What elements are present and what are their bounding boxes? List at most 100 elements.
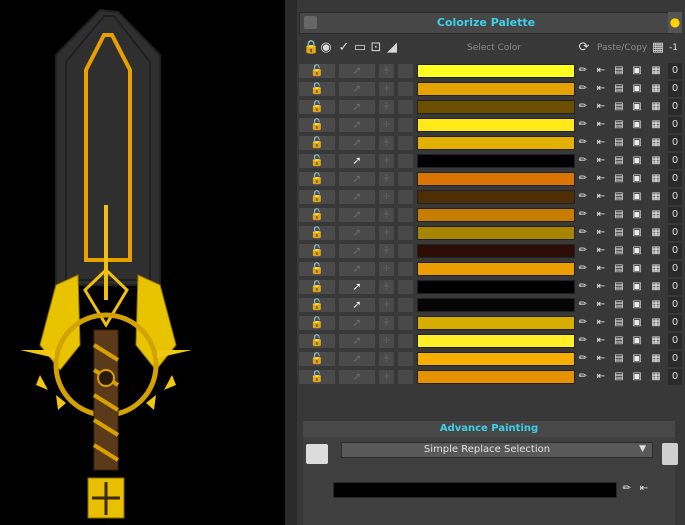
add-icon[interactable]: +	[379, 226, 394, 240]
lightbulb-icon[interactable]: ●	[668, 12, 682, 33]
arrow-left-bar-icon[interactable]: ⇤	[594, 369, 608, 385]
add-icon[interactable]: +	[379, 280, 394, 294]
square-toggle[interactable]	[398, 334, 413, 348]
row-value[interactable]: 0	[668, 207, 682, 223]
copy-icon[interactable]: ▣	[630, 297, 644, 313]
scene-viewport[interactable]	[0, 0, 285, 525]
arrow-left-bar-icon[interactable]: ⇤	[594, 207, 608, 223]
add-icon[interactable]: +	[379, 82, 394, 96]
replace-color-field[interactable]	[333, 482, 617, 498]
row-value[interactable]: 0	[668, 225, 682, 241]
transparency-icon[interactable]: ▦	[649, 63, 663, 79]
transparency-icon[interactable]: ▦	[649, 117, 663, 133]
copy-icon[interactable]: ▣	[630, 279, 644, 295]
lock-icon[interactable]: 🔓	[299, 334, 335, 348]
add-icon[interactable]: +	[379, 298, 394, 312]
arrow-left-bar-icon[interactable]: ⇤	[594, 225, 608, 241]
arrow-left-bar-icon[interactable]: ⇤	[594, 189, 608, 205]
clipboard-icon[interactable]: ▤	[612, 99, 626, 115]
row-value[interactable]: 0	[668, 117, 682, 133]
transparency-icon[interactable]: ▦	[649, 315, 663, 331]
row-value[interactable]: 0	[668, 171, 682, 187]
paintbrush-icon[interactable]: ➚	[339, 244, 375, 258]
copy-icon[interactable]: ▣	[630, 207, 644, 223]
paintbrush-icon[interactable]: ➚	[339, 118, 375, 132]
arrow-left-bar-icon[interactable]: ⇤	[594, 333, 608, 349]
transparency-icon[interactable]: ▦	[649, 369, 663, 385]
lock-icon[interactable]: 🔓	[299, 244, 335, 258]
eyedropper-icon[interactable]: ✏	[576, 351, 590, 367]
copy-icon[interactable]: ▣	[630, 369, 644, 385]
add-icon[interactable]: +	[379, 370, 394, 384]
square-toggle[interactable]	[398, 370, 413, 384]
color-swatch[interactable]	[417, 154, 575, 168]
color-swatch[interactable]	[417, 334, 575, 348]
clipboard-icon[interactable]: ▤	[612, 225, 626, 241]
row-value[interactable]: 0	[668, 189, 682, 205]
eyedropper-icon[interactable]: ✏	[576, 333, 590, 349]
paintbrush-icon[interactable]: ➚	[339, 136, 375, 150]
color-swatch[interactable]	[417, 64, 575, 78]
row-value[interactable]: 0	[668, 369, 682, 385]
transparency-icon[interactable]: ▦	[649, 99, 663, 115]
eyedropper-icon[interactable]: ✏	[576, 243, 590, 259]
row-value[interactable]: 0	[668, 99, 682, 115]
panel-divider[interactable]	[285, 0, 297, 525]
square-toggle[interactable]	[398, 244, 413, 258]
transparency-icon[interactable]: ▦	[649, 171, 663, 187]
square-toggle[interactable]	[398, 118, 413, 132]
lock-icon[interactable]: 🔓	[299, 316, 335, 330]
row-value[interactable]: 0	[668, 333, 682, 349]
clipboard-icon[interactable]: ▤	[612, 279, 626, 295]
clipboard-icon[interactable]: ▤	[612, 261, 626, 277]
eyedropper-icon[interactable]: ✏	[576, 261, 590, 277]
clipboard-icon[interactable]: ▤	[612, 333, 626, 349]
clipboard-icon[interactable]: ▤	[612, 189, 626, 205]
transparency-icon[interactable]: ▦	[649, 225, 663, 241]
lock-all-icon[interactable]: 🔒	[303, 40, 319, 56]
copy-icon[interactable]: ▣	[630, 243, 644, 259]
add-icon[interactable]: +	[379, 352, 394, 366]
paintbrush-icon[interactable]: ➚	[339, 316, 375, 330]
paintbrush-icon[interactable]: ➚	[339, 172, 375, 186]
eyedropper-icon[interactable]: ✏	[576, 207, 590, 223]
clipboard-icon[interactable]: ▤	[612, 81, 626, 97]
row-value[interactable]: 0	[668, 261, 682, 277]
clipboard-icon[interactable]: ▤	[612, 315, 626, 331]
square-toggle[interactable]	[398, 280, 413, 294]
color-swatch[interactable]	[417, 370, 575, 384]
copy-icon[interactable]: ▣	[630, 63, 644, 79]
eyedropper-icon[interactable]: ✏	[576, 189, 590, 205]
paintbrush-icon[interactable]: ➚	[339, 100, 375, 114]
lock-icon[interactable]: 🔓	[299, 370, 335, 384]
eyedropper-icon[interactable]: ✏	[576, 297, 590, 313]
square-toggle[interactable]	[398, 262, 413, 276]
row-value[interactable]: 0	[668, 315, 682, 331]
copy-icon[interactable]: ▣	[630, 135, 644, 151]
row-value[interactable]: 0	[668, 153, 682, 169]
clipboard-icon[interactable]: ▤	[612, 117, 626, 133]
color-swatch[interactable]	[417, 298, 575, 312]
transparency-icon[interactable]: ▦	[649, 333, 663, 349]
transparency-icon[interactable]: ▦	[649, 153, 663, 169]
add-icon[interactable]: +	[379, 118, 394, 132]
invert-selection-icon[interactable]: ⊡	[369, 40, 383, 56]
paintbrush-icon[interactable]: ➚	[339, 262, 375, 276]
add-icon[interactable]: +	[379, 262, 394, 276]
copy-icon[interactable]: ▣	[630, 81, 644, 97]
clapperboard-icon[interactable]	[306, 444, 328, 464]
row-value[interactable]: 0	[668, 243, 682, 259]
square-toggle[interactable]	[398, 136, 413, 150]
add-icon[interactable]: +	[379, 316, 394, 330]
arrow-left-bar-icon[interactable]: ⇤	[594, 99, 608, 115]
eyedropper-icon[interactable]: ✏	[576, 99, 590, 115]
lock-icon[interactable]: 🔓	[299, 154, 335, 168]
paintbrush-icon[interactable]: ➚	[339, 190, 375, 204]
lock-icon[interactable]: 🔓	[299, 118, 335, 132]
clipboard-icon[interactable]: ▤	[612, 135, 626, 151]
paintbrush-icon[interactable]: ➚	[339, 334, 375, 348]
copy-icon[interactable]: ▣	[630, 153, 644, 169]
eye-icon[interactable]: ◉	[319, 40, 333, 56]
arrow-left-bar-icon[interactable]: ⇤	[594, 153, 608, 169]
clipboard-icon[interactable]: ▤	[612, 369, 626, 385]
